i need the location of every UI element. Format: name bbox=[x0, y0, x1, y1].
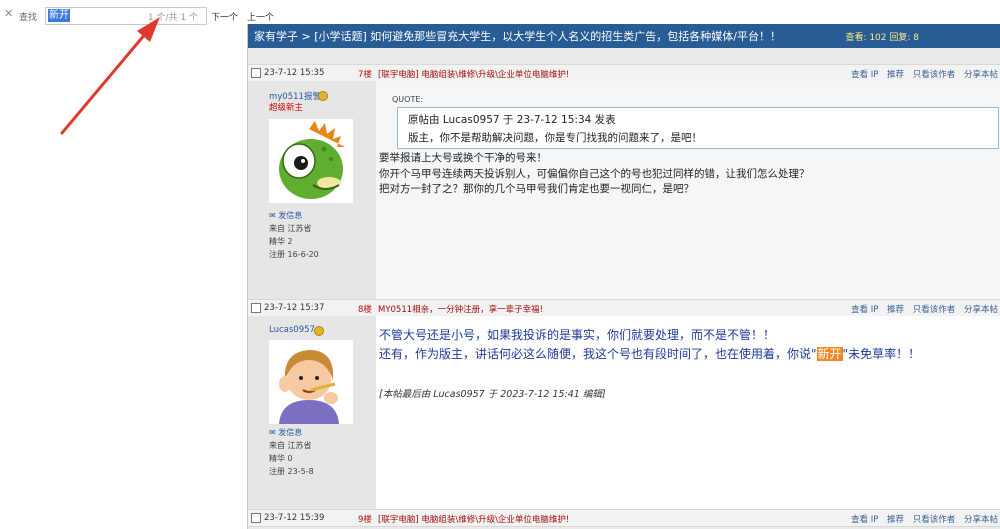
post-9: 23-7-12 15:39 9楼 [联宇电脑] 电脑组装\维修\升级\企业单位电… bbox=[248, 509, 1000, 529]
post-body: 要举报请上大号或换个干净的号来！ 你开个马甲号连续两天投诉别人，可偏偏你自己这个… bbox=[379, 151, 810, 198]
author-location: 来自 江苏省 bbox=[269, 441, 312, 450]
quote-source: 原帖由 Lucas0957 于 23-7-12 15:34 发表 bbox=[408, 114, 616, 126]
find-query[interactable]: 新开 bbox=[48, 9, 70, 22]
share-link[interactable]: 分享本帖 bbox=[964, 70, 998, 80]
find-input[interactable]: 新开 1 个/共 1 个 bbox=[45, 7, 207, 25]
match-count: 1 个/共 1 个 bbox=[147, 13, 198, 23]
body-line: 要举报请上大号或换个干净的号来！ bbox=[379, 152, 547, 164]
select-checkbox[interactable] bbox=[251, 68, 261, 78]
find-bar: ✕ 查找 新开 1 个/共 1 个 下一个 上一个 bbox=[0, 0, 280, 30]
breadcrumb[interactable]: 家有学子 > [小学话题] 如何避免那些冒充大学生，以大学生个人名义的招生类广告… bbox=[254, 28, 781, 44]
author-registered: 注册 16-6-20 bbox=[269, 250, 319, 259]
body-line: 不管大号还是小号，如果我投诉的是事实，你们就要处理，而不是不管！！ bbox=[379, 328, 776, 342]
verified-badge-icon bbox=[318, 91, 328, 101]
body-line: 你开个马甲号连续两天投诉别人，可偏偏你自己这个的号也犯过同样的错，让我们怎么处理… bbox=[379, 167, 810, 180]
author-rank: 超级新主 bbox=[269, 103, 304, 113]
find-next-button[interactable]: 下一个 bbox=[211, 10, 238, 23]
search-highlight: 新开 bbox=[816, 347, 843, 361]
edit-note: [本帖最后由 Lucas0957 于 2023-7-12 15:41 编辑] bbox=[379, 389, 606, 400]
post-header: 23-7-12 15:37 8楼 MY0511相亲，一分钟注册，享一辈子幸福! … bbox=[248, 299, 1000, 317]
topic-bar: 家有学子 > [小学话题] 如何避免那些冒充大学生，以大学生个人名义的招生类广告… bbox=[248, 24, 1000, 48]
post-header: 23-7-12 15:39 9楼 [联宇电脑] 电脑组装\维修\升级\企业单位电… bbox=[248, 509, 1000, 527]
post-date: 23-7-12 15:35 bbox=[264, 68, 325, 78]
post-date: 23-7-12 15:39 bbox=[264, 513, 325, 523]
post-actions: 查看 IP 推荐 只看该作者 分享本帖 bbox=[845, 513, 998, 525]
quote-label: QUOTE: bbox=[392, 95, 424, 104]
share-link[interactable]: 分享本帖 bbox=[964, 515, 998, 525]
author-panel: my0511报警 超级新主 ✉ 发信息 来自 江苏省 精华 2 注册 16-6-… bbox=[248, 81, 377, 300]
post-actions: 查看 IP 推荐 只看该作者 分享本帖 bbox=[845, 68, 998, 80]
only-author-link[interactable]: 只看该作者 bbox=[913, 305, 956, 315]
recommend-link[interactable]: 推荐 bbox=[887, 515, 904, 525]
send-message-link[interactable]: 发信息 bbox=[278, 428, 302, 437]
only-author-link[interactable]: 只看该作者 bbox=[913, 515, 956, 525]
body-line: 把对方一封了之？那你的几个马甲号我们肯定也要一视同仁，是吧？ bbox=[379, 183, 694, 195]
post-body: 不管大号还是小号，如果我投诉的是事实，你们就要处理，而不是不管！！ 还有，作为版… bbox=[379, 326, 920, 364]
view-ip-link[interactable]: 查看 IP bbox=[851, 70, 878, 80]
send-message-link[interactable]: 发信息 bbox=[278, 211, 302, 220]
author-essence: 精华 2 bbox=[269, 237, 293, 246]
view-ip-link[interactable]: 查看 IP bbox=[851, 515, 878, 525]
post-header: 23-7-12 15:35 7楼 [联宇电脑] 电脑组装\维修\升级\企业单位电… bbox=[248, 64, 1000, 82]
post-signature-ad[interactable]: [联宇电脑] 电脑组装\维修\升级\企业单位电脑维护! bbox=[378, 68, 569, 80]
view-ip-link[interactable]: 查看 IP bbox=[851, 305, 878, 315]
post-signature-ad[interactable]: [联宇电脑] 电脑组装\维修\升级\企业单位电脑维护! bbox=[378, 513, 569, 525]
post-7: 23-7-12 15:35 7楼 [联宇电脑] 电脑组装\维修\升级\企业单位电… bbox=[248, 64, 1000, 300]
author-essence: 精华 0 bbox=[269, 454, 293, 463]
dinosaur-avatar[interactable] bbox=[269, 119, 353, 203]
recommend-link[interactable]: 推荐 bbox=[887, 305, 904, 315]
author-panel: Lucas0957 ✉ 发信息 来自 江苏省 精华 0 注册 23-5-8 bbox=[248, 316, 377, 510]
body-line: 还有，作为版主，讲话何必这么随便，我这个号也有段时间了，也在使用着，你说"新开"… bbox=[379, 347, 921, 361]
author-info: ✉ 发信息 来自 江苏省 精华 2 注册 16-6-20 bbox=[269, 209, 319, 261]
share-link[interactable]: 分享本帖 bbox=[964, 305, 998, 315]
post-signature-ad[interactable]: MY0511相亲，一分钟注册，享一辈子幸福! bbox=[378, 303, 543, 315]
post-floor: 7楼 bbox=[358, 70, 372, 80]
quote-text: 版主，你不是帮助解决问题，你是专门找我的问题来了，是吧！ bbox=[408, 132, 702, 144]
forum-thread: 家有学子 > [小学话题] 如何避免那些冒充大学生，以大学生个人名义的招生类广告… bbox=[247, 24, 1000, 529]
post-content: 不管大号还是小号，如果我投诉的是事实，你们就要处理，而不是不管！！ 还有，作为版… bbox=[376, 316, 1000, 510]
select-checkbox[interactable] bbox=[251, 513, 261, 523]
author-registered: 注册 23-5-8 bbox=[269, 467, 314, 476]
recommend-link[interactable]: 推荐 bbox=[887, 70, 904, 80]
post-8: 23-7-12 15:37 8楼 MY0511相亲，一分钟注册，享一辈子幸福! … bbox=[248, 299, 1000, 510]
topic-stats: 查看: 102 回复: 8 bbox=[845, 33, 919, 43]
author-location: 来自 江苏省 bbox=[269, 224, 312, 233]
post-actions: 查看 IP 推荐 只看该作者 分享本帖 bbox=[845, 303, 998, 315]
author-info: ✉ 发信息 来自 江苏省 精华 0 注册 23-5-8 bbox=[269, 426, 314, 478]
post-floor: 9楼 bbox=[358, 515, 372, 525]
author-name[interactable]: Lucas0957 bbox=[269, 325, 315, 335]
select-checkbox[interactable] bbox=[251, 303, 261, 313]
verified-badge-icon bbox=[314, 326, 324, 336]
message-icon[interactable]: ✉ bbox=[269, 211, 278, 220]
quote-inner: 原帖由 Lucas0957 于 23-7-12 15:34 发表 版主，你不是帮… bbox=[397, 107, 999, 149]
only-author-link[interactable]: 只看该作者 bbox=[913, 70, 956, 80]
find-label: 查找 bbox=[19, 13, 38, 23]
close-icon[interactable]: ✕ bbox=[4, 8, 14, 19]
message-icon[interactable]: ✉ bbox=[269, 428, 278, 437]
post-content: QUOTE: 原帖由 Lucas0957 于 23-7-12 15:34 发表 … bbox=[376, 81, 1000, 300]
find-prev-button[interactable]: 上一个 bbox=[247, 10, 274, 23]
post-date: 23-7-12 15:37 bbox=[264, 303, 325, 313]
boy-thinking-avatar[interactable] bbox=[269, 340, 353, 424]
post-floor: 8楼 bbox=[358, 305, 372, 315]
